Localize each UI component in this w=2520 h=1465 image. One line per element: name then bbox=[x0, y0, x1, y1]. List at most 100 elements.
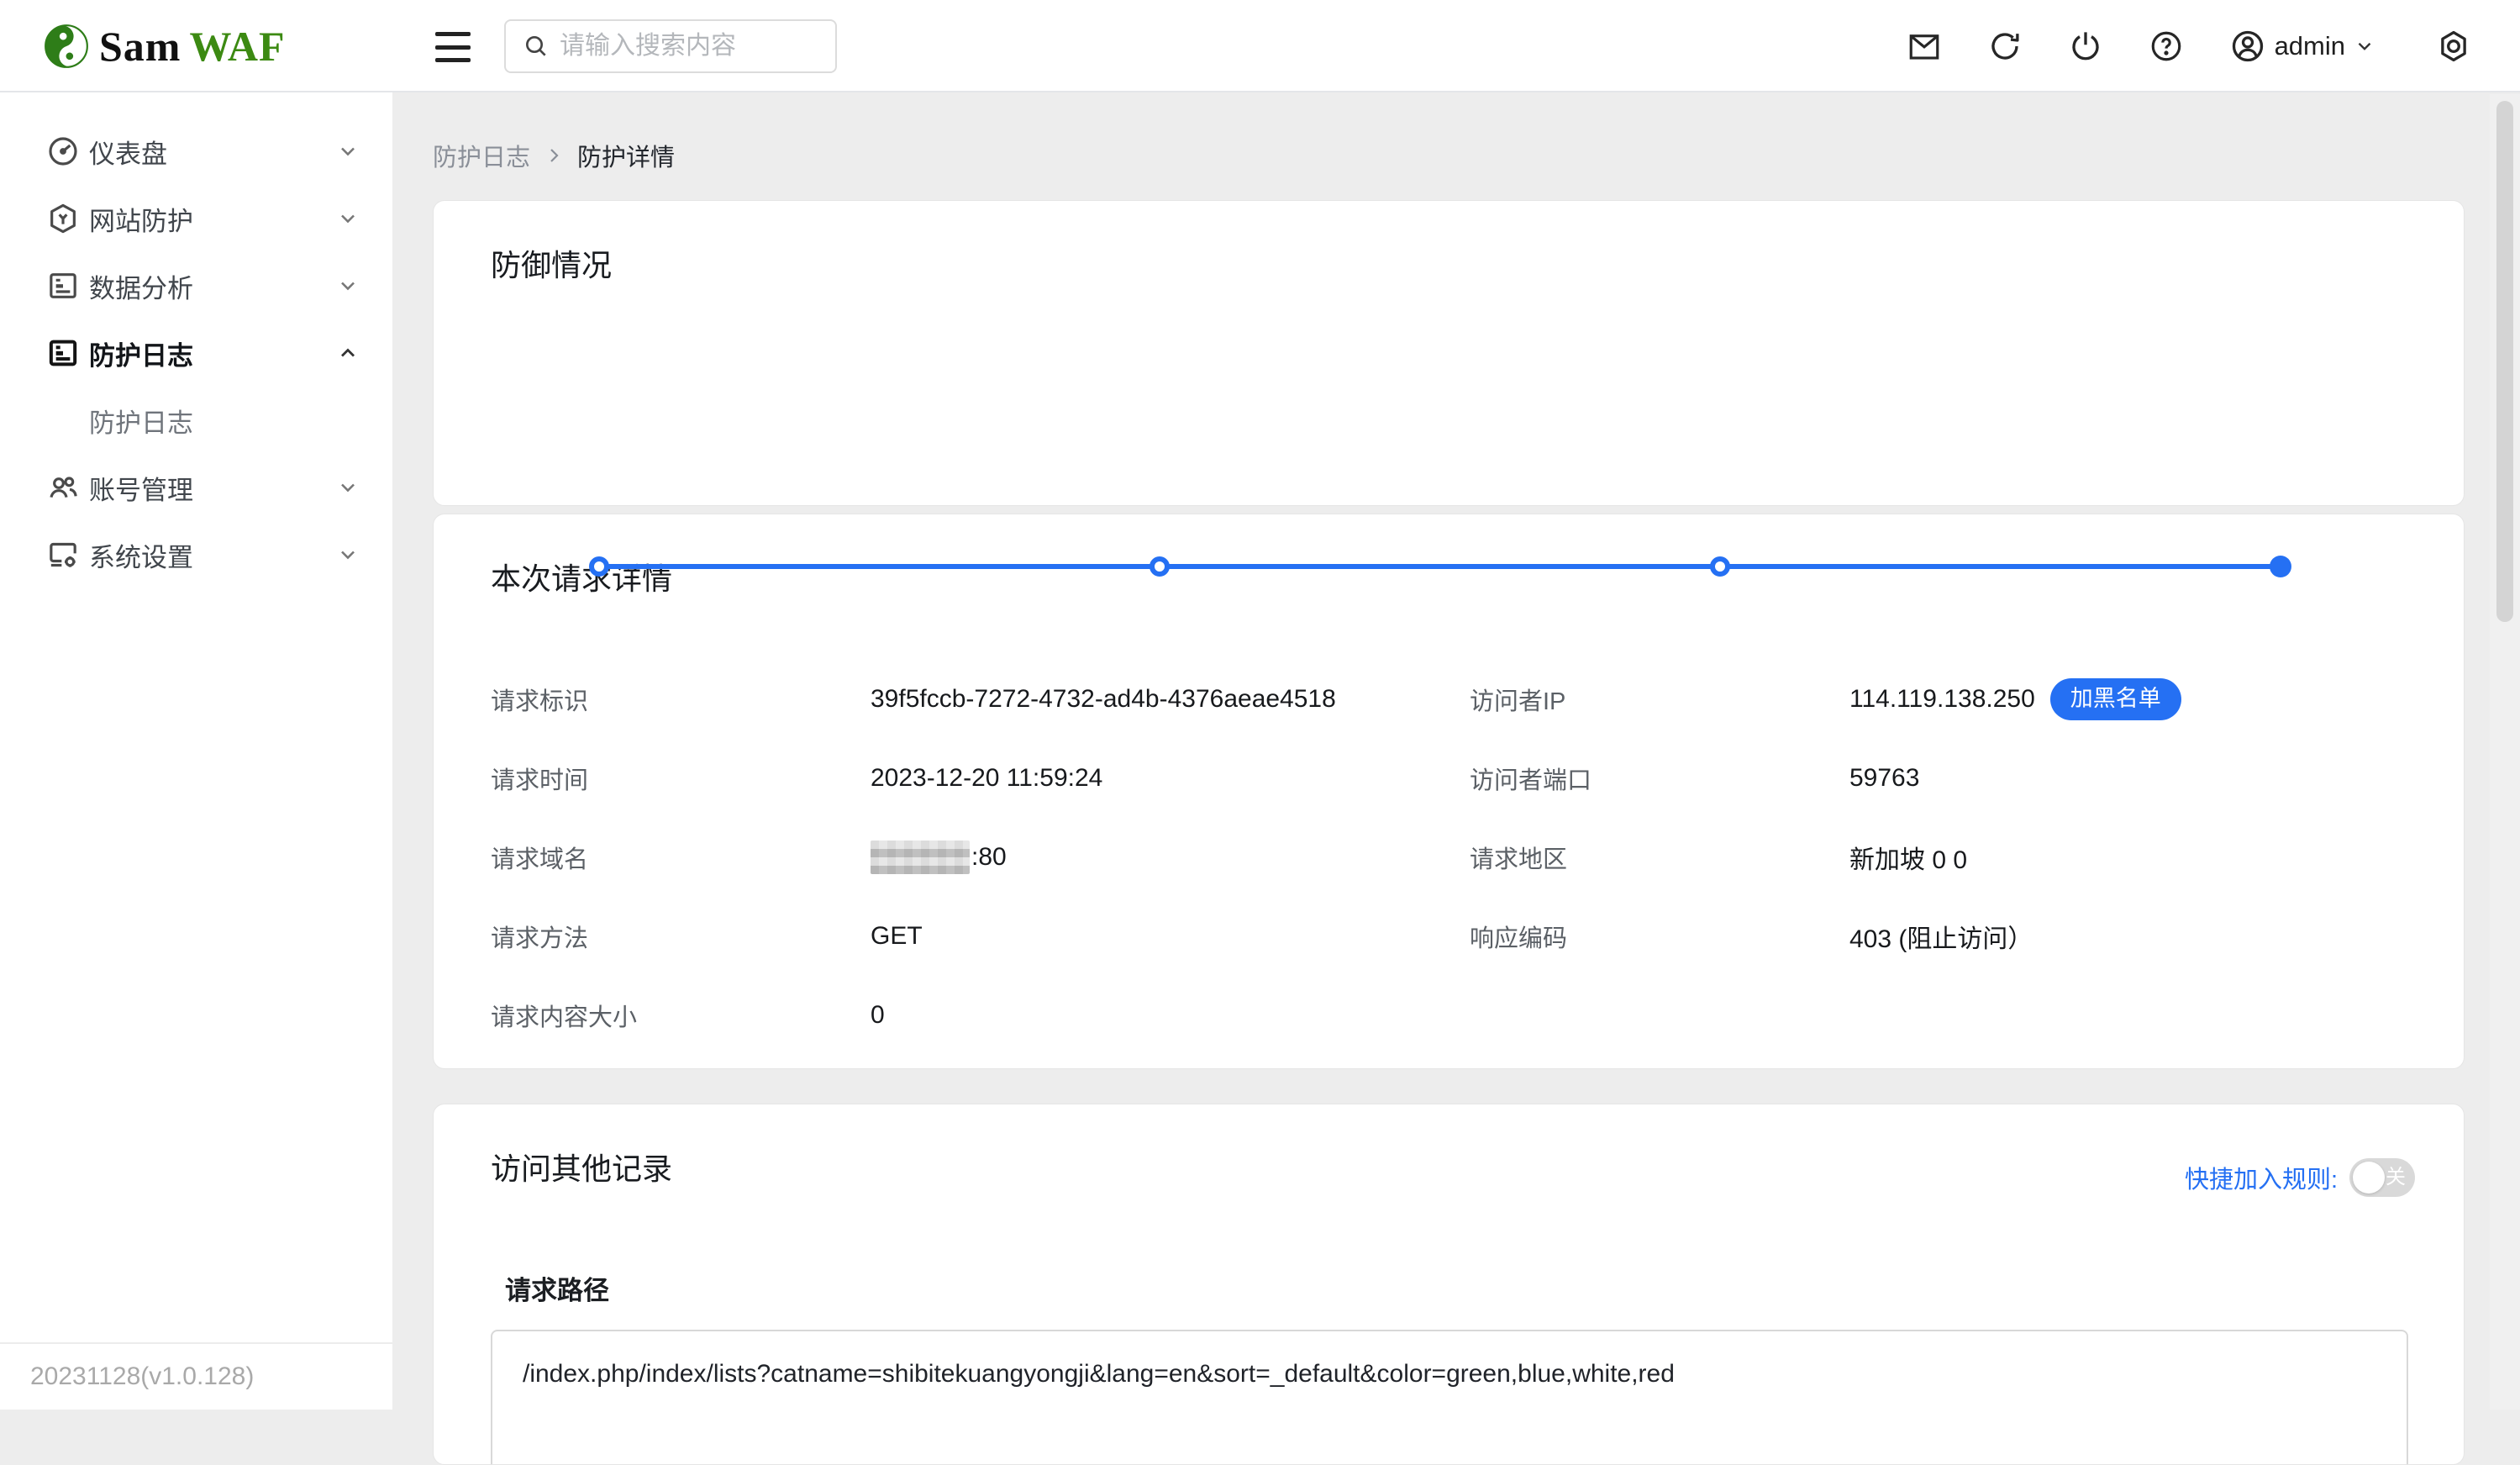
detail-value: 0 bbox=[871, 1001, 885, 1030]
sidebar-item-account-management[interactable]: 账号管理 bbox=[0, 454, 392, 521]
search-input[interactable] bbox=[560, 32, 812, 61]
sidebar-item-label: 仪表盘 bbox=[89, 133, 167, 171]
chevron-down-icon bbox=[336, 207, 360, 230]
sidebar-item-data-analysis[interactable]: 数据分析 bbox=[0, 252, 392, 319]
detail-row: 请求内容大小 0 bbox=[491, 995, 1432, 1036]
detail-row: 请求地区 新加坡 0 0 bbox=[1470, 837, 2419, 877]
search-icon bbox=[523, 33, 550, 60]
power-icon[interactable] bbox=[2068, 29, 2103, 64]
detail-value-masked-domain: :80 bbox=[871, 841, 1007, 874]
detail-label: 响应编码 bbox=[1470, 919, 1849, 954]
users-icon bbox=[46, 471, 80, 504]
username: admin bbox=[2275, 31, 2345, 61]
detail-label: 访问者IP bbox=[1470, 682, 1849, 717]
version-text: 20231128(v1.0.128) bbox=[30, 1362, 254, 1391]
detail-label: 请求标识 bbox=[491, 682, 871, 717]
detail-label: 请求方法 bbox=[491, 919, 871, 954]
shield-hexagon-icon bbox=[46, 202, 80, 235]
breadcrumb-current: 防护详情 bbox=[577, 138, 675, 173]
chevron-down-icon bbox=[336, 543, 360, 567]
sidebar-item-label: 数据分析 bbox=[89, 267, 193, 305]
sidebar-item-label: 账号管理 bbox=[89, 469, 193, 507]
detail-value: 新加坡 0 0 bbox=[1849, 839, 1967, 876]
timeline-node bbox=[1710, 556, 1730, 577]
detail-row: 请求域名 :80 bbox=[491, 837, 1432, 877]
app-logo: SamWAF bbox=[44, 0, 286, 92]
refresh-icon[interactable] bbox=[1987, 29, 2023, 64]
detail-row: 响应编码 403 (阻止访问） bbox=[1470, 916, 2419, 956]
sidebar-item-system-settings[interactable]: 系统设置 bbox=[0, 521, 392, 588]
defense-status-card: 防御情况 访问 2023-12-20 11:59:24 检测 2023-12-2… bbox=[433, 200, 2465, 506]
detail-label: 访问者端口 bbox=[1470, 761, 1849, 796]
monitor-gear-icon bbox=[46, 538, 80, 572]
chevron-down-icon bbox=[336, 140, 360, 163]
detail-row: 请求时间 2023-12-20 11:59:24 bbox=[491, 758, 1432, 798]
chevron-up-icon bbox=[336, 341, 360, 365]
global-search bbox=[504, 19, 837, 73]
help-icon[interactable] bbox=[2149, 29, 2184, 64]
sidebar-subitem-label: 防护日志 bbox=[89, 402, 193, 440]
sidebar-item-label: 防护日志 bbox=[89, 335, 193, 372]
other-records-card: 访问其他记录 快捷加入规则: 关 请求路径 /index.php/index/l… bbox=[433, 1104, 2465, 1465]
detail-value: 59763 bbox=[1849, 764, 1919, 793]
user-avatar-icon bbox=[2229, 28, 2266, 65]
sidebar-item-label: 网站防护 bbox=[89, 200, 193, 238]
detail-value: GET bbox=[871, 922, 923, 951]
timeline-node-current bbox=[2270, 556, 2291, 577]
breadcrumb: 防护日志 防护详情 bbox=[433, 138, 675, 173]
request-path-value: /index.php/index/lists?catname=shibiteku… bbox=[523, 1360, 2376, 1389]
toggle-state-text: 关 bbox=[2386, 1158, 2406, 1197]
menu-icon[interactable] bbox=[435, 32, 472, 62]
gear-icon[interactable] bbox=[2436, 29, 2471, 64]
page-scrollbar-track bbox=[2490, 94, 2520, 1410]
detail-row: 访问者端口 59763 bbox=[1470, 758, 2419, 798]
add-blacklist-button[interactable]: 加黑名单 bbox=[2050, 678, 2181, 720]
detail-row: 请求标识 39f5fccb-7272-4732-ad4b-4376aeae451… bbox=[491, 679, 1432, 719]
detail-value: 2023-12-20 11:59:24 bbox=[871, 764, 1102, 793]
dashboard-gauge-icon bbox=[46, 134, 80, 168]
chevron-right-icon bbox=[544, 145, 564, 166]
chevron-down-icon bbox=[336, 476, 360, 499]
request-details-card: 本次请求详情 请求标识 39f5fccb-7272-4732-ad4b-4376… bbox=[433, 514, 2465, 1069]
panel-lines-icon bbox=[46, 269, 80, 303]
timeline-line bbox=[599, 564, 2281, 569]
chevron-down-icon bbox=[2354, 35, 2375, 57]
request-path-label: 请求路径 bbox=[505, 1269, 609, 1307]
sidebar-item-site-protection[interactable]: 网站防护 bbox=[0, 185, 392, 252]
card-title: 本次请求详情 bbox=[491, 555, 672, 598]
mail-icon[interactable] bbox=[1907, 29, 1942, 64]
quick-rule-label[interactable]: 快捷加入规则: bbox=[2185, 1160, 2338, 1195]
timeline-node bbox=[589, 556, 609, 577]
sidebar-subitem-protection-log[interactable]: 防护日志 bbox=[0, 387, 392, 454]
sidebar-item-dashboard[interactable]: 仪表盘 bbox=[0, 118, 392, 185]
detail-label: 请求时间 bbox=[491, 761, 871, 796]
detail-value: 39f5fccb-7272-4732-ad4b-4376aeae4518 bbox=[871, 685, 1336, 714]
breadcrumb-parent[interactable]: 防护日志 bbox=[433, 138, 530, 173]
page-scrollbar-thumb[interactable] bbox=[2496, 101, 2513, 622]
detail-row: 访问者IP 114.119.138.250 加黑名单 bbox=[1470, 679, 2419, 719]
timeline-node bbox=[1150, 556, 1170, 577]
detail-value-ip: 114.119.138.250 加黑名单 bbox=[1849, 678, 2181, 720]
card-title: 访问其他记录 bbox=[491, 1145, 672, 1188]
brand-suffix: WAF bbox=[189, 23, 285, 70]
toggle-knob bbox=[2353, 1162, 2385, 1194]
detail-label: 请求地区 bbox=[1470, 840, 1849, 875]
detail-value: 403 (阻止访问） bbox=[1849, 918, 2033, 955]
sidebar-item-label: 系统设置 bbox=[89, 536, 193, 574]
brand-prefix: Sam bbox=[99, 23, 181, 70]
quick-rule-control: 快捷加入规则: 关 bbox=[2185, 1158, 2415, 1197]
sidebar-item-protection-log[interactable]: 防护日志 bbox=[0, 319, 392, 387]
visitor-ip: 114.119.138.250 bbox=[1849, 685, 2035, 714]
card-title: 防御情况 bbox=[491, 241, 612, 285]
detail-row: 请求方法 GET bbox=[491, 916, 1432, 956]
detail-label: 请求内容大小 bbox=[491, 998, 871, 1033]
detail-label: 请求域名 bbox=[491, 840, 871, 875]
chevron-down-icon bbox=[336, 274, 360, 298]
sidebar: 仪表盘 网站防护 bbox=[0, 92, 392, 1410]
masked-domain-blur bbox=[871, 841, 970, 874]
domain-port: :80 bbox=[971, 843, 1007, 872]
app-header: SamWAF bbox=[0, 0, 2520, 92]
quick-rule-toggle[interactable]: 关 bbox=[2349, 1158, 2415, 1197]
sidebar-footer: 20231128(v1.0.128) bbox=[0, 1342, 392, 1410]
user-menu[interactable]: admin bbox=[2229, 28, 2375, 65]
